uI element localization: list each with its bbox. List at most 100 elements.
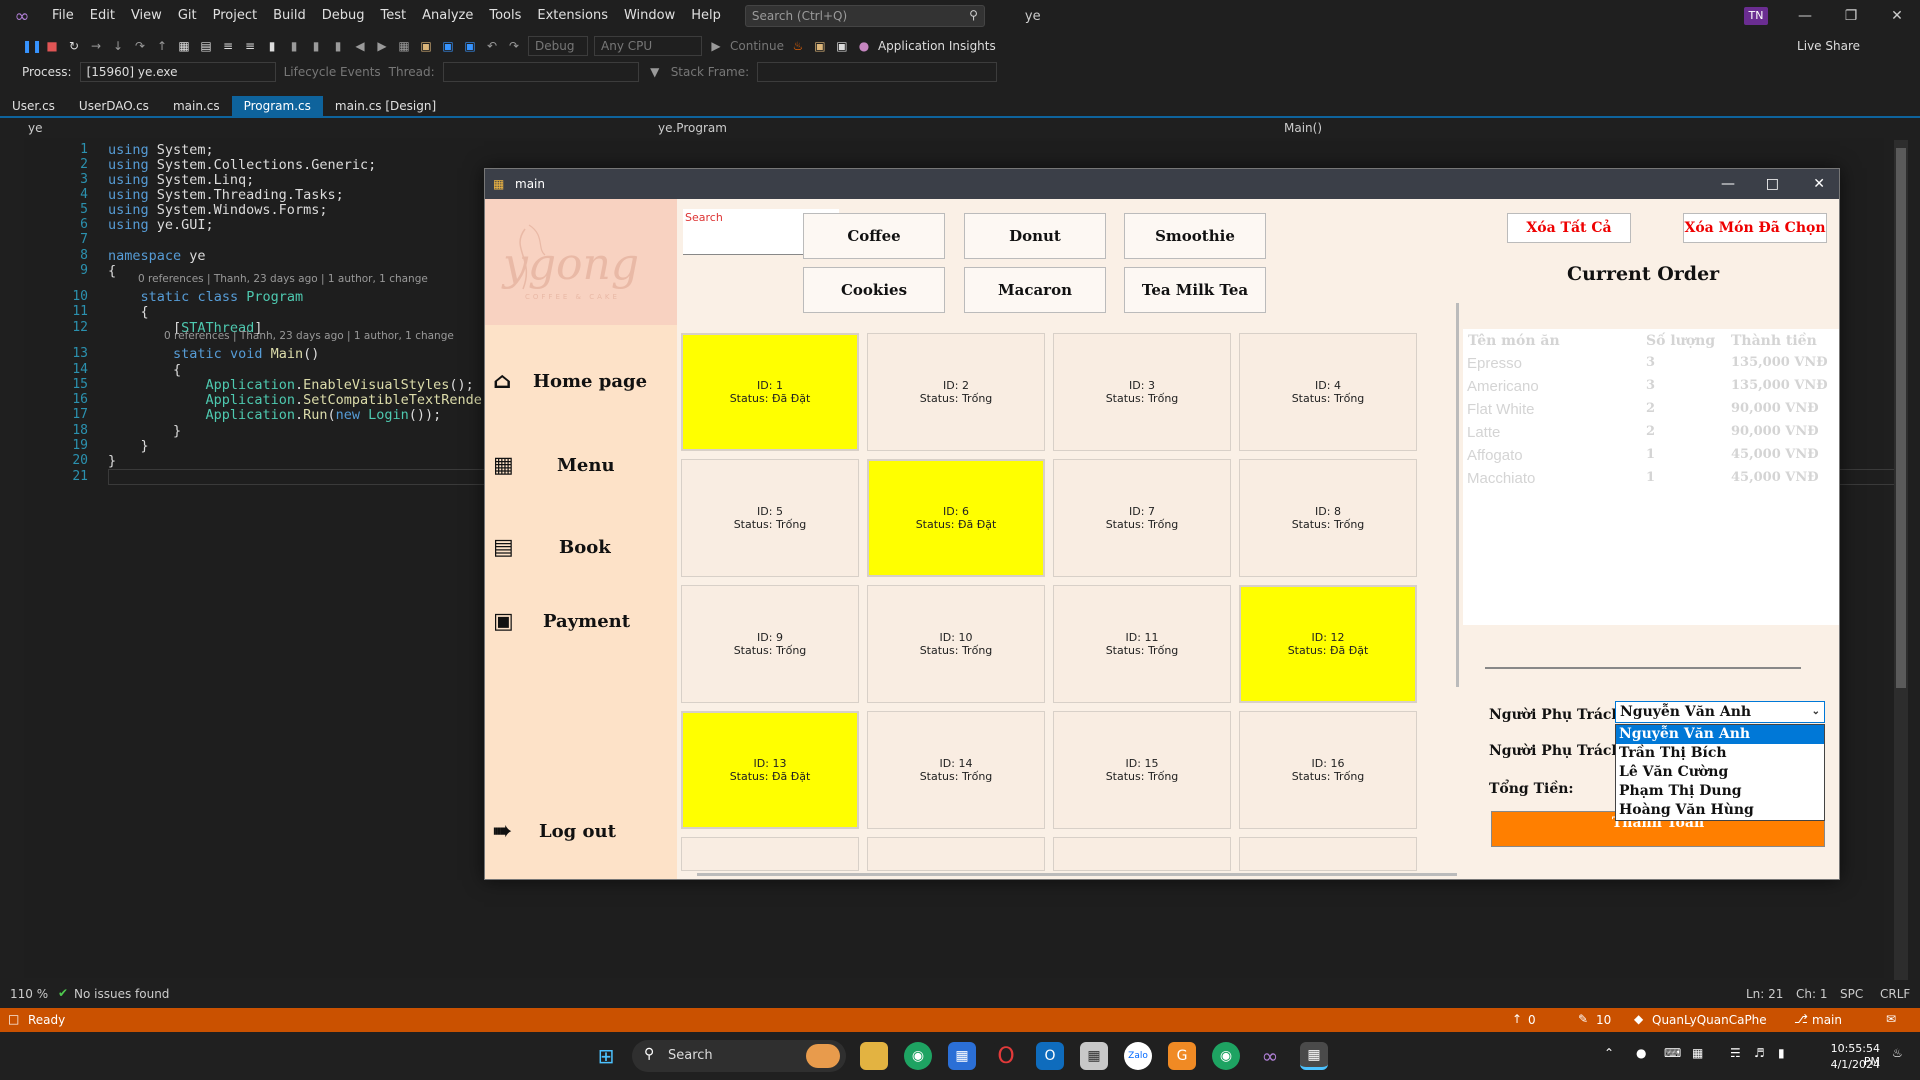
repo-name[interactable]: QuanLyQuanCaPhe [1652, 1013, 1767, 1027]
visual-studio-icon[interactable]: ∞ [1256, 1042, 1284, 1070]
order-item-qty[interactable]: 1 [1646, 470, 1655, 485]
category-button[interactable]: Cookies [803, 267, 945, 313]
grid-hscroll[interactable] [697, 873, 1457, 876]
menu-help[interactable]: Help [683, 0, 729, 32]
outlook-icon[interactable]: O [1036, 1042, 1064, 1070]
line-endings[interactable]: CRLF [1880, 987, 1910, 1001]
redo-icon[interactable]: ↷ [132, 39, 148, 53]
staff-option[interactable]: Lê Văn Cường [1616, 763, 1824, 782]
category-button[interactable]: Macaron [964, 267, 1106, 313]
calendar-icon[interactable]: ▦ [948, 1042, 976, 1070]
code-line[interactable]: using System.Windows.Forms; [108, 202, 327, 218]
play-icon[interactable]: ▶ [708, 39, 724, 53]
winforms-app-icon[interactable]: ▦ [1300, 1042, 1328, 1070]
close-icon[interactable]: ✕ [1813, 169, 1825, 199]
order-item-total[interactable]: 90,000 VNĐ [1731, 424, 1819, 439]
keyboard-icon[interactable]: ⌨ [1664, 1046, 1681, 1060]
table-card[interactable]: ID: 8 Status: Trống [1239, 459, 1417, 577]
order-item-qty[interactable]: 1 [1646, 447, 1655, 462]
store-icon[interactable]: ▦ [1080, 1042, 1108, 1070]
order-item-qty[interactable]: 2 [1646, 401, 1655, 416]
lifecycle-events-button[interactable]: Lifecycle Events [284, 65, 381, 79]
volume-icon[interactable]: ♬ [1754, 1046, 1765, 1060]
notification-bell-icon[interactable]: ♨ [1892, 1046, 1903, 1060]
taskbar-search[interactable]: ⚲ Search [632, 1040, 846, 1072]
code-line[interactable]: { [108, 362, 181, 378]
search-input[interactable]: Search (Ctrl+Q) ⚲ [744, 5, 985, 27]
code-line[interactable]: static void Main() [108, 346, 319, 362]
clear-all-button[interactable]: Xóa Tất Cả [1507, 213, 1631, 243]
code-line[interactable]: using System.Linq; [108, 172, 254, 188]
menu-tools[interactable]: Tools [481, 0, 529, 32]
table-card[interactable]: ID: 4 Status: Trống [1239, 333, 1417, 451]
table-card[interactable]: ID: 15 Status: Trống [1053, 711, 1231, 829]
order-hscroll[interactable] [1485, 667, 1801, 669]
table-card[interactable]: ID: 9 Status: Trống [681, 585, 859, 703]
stack-frame-select[interactable] [757, 62, 998, 82]
app-insights-button[interactable]: Application Insights [878, 39, 996, 53]
bookmark-clear-icon[interactable]: ▮ [330, 39, 346, 53]
menu-edit[interactable]: Edit [82, 0, 123, 32]
user-avatar[interactable]: TN [1744, 7, 1768, 25]
code-line[interactable]: using System; [108, 142, 214, 158]
hot-reload-icon[interactable]: ♨ [790, 39, 806, 53]
col-header-qty[interactable]: Số lượng [1646, 333, 1715, 349]
code-line[interactable]: namespace ye [108, 248, 206, 264]
table-card[interactable]: ID: 3 Status: Trống [1053, 333, 1231, 451]
table-card[interactable]: ID: 2 Status: Trống [867, 333, 1045, 451]
menu-file[interactable]: File [44, 0, 82, 32]
undo-icon[interactable]: ↶ [484, 39, 500, 53]
file-explorer-icon[interactable] [860, 1042, 888, 1070]
table-card[interactable] [681, 837, 859, 871]
step-into-icon[interactable]: ↓ [110, 39, 126, 53]
windows-start-icon[interactable]: ⊞ [592, 1042, 620, 1070]
battery-icon[interactable]: ▮ [1778, 1046, 1785, 1060]
code-line[interactable]: } [108, 438, 149, 454]
threads-icon[interactable]: ▤ [198, 39, 214, 53]
save-all-icon[interactable]: ▣ [462, 39, 478, 53]
menu-test[interactable]: Test [373, 0, 415, 32]
table-card[interactable]: ID: 1 Status: Đã Đặt [681, 333, 859, 451]
staff-option[interactable]: Nguyễn Văn Anh [1616, 725, 1824, 744]
nav-logout[interactable]: ➠ Log out [493, 811, 671, 851]
minimize-icon[interactable]: — [1782, 0, 1828, 32]
filter-icon[interactable]: ▼ [647, 65, 663, 79]
whitespace-mode[interactable]: SPC [1840, 987, 1863, 1001]
tab-user-cs[interactable]: User.cs [0, 96, 67, 116]
menu-debug[interactable]: Debug [314, 0, 373, 32]
browse-icon[interactable]: ▣ [812, 39, 828, 53]
table-card[interactable] [1239, 837, 1417, 871]
nav-back-icon[interactable]: ◀ [352, 39, 368, 53]
category-button[interactable]: Coffee [803, 213, 945, 259]
restart-icon[interactable]: ↻ [66, 39, 82, 53]
bookmark-icon[interactable]: ▮ [264, 39, 280, 53]
staff-option[interactable]: Hoàng Văn Hùng [1616, 801, 1824, 820]
tab-main-cs[interactable]: main.cs [161, 96, 232, 116]
thread-select[interactable] [442, 62, 639, 82]
continue-button[interactable]: Continue [730, 39, 784, 53]
open-folder-icon[interactable]: ▣ [418, 39, 434, 53]
unpushed-count[interactable]: 0 [1528, 1013, 1536, 1027]
nav-payment[interactable]: ▣ Payment [493, 601, 671, 641]
order-item-total[interactable]: 135,000 VNĐ [1731, 378, 1828, 393]
notifications-icon[interactable]: ✉ [1886, 1012, 1896, 1026]
member-dropdown[interactable]: Main() [1284, 121, 1322, 135]
language-icon[interactable]: ▦ [1692, 1046, 1703, 1060]
staff-option[interactable]: Trần Thị Bích [1616, 744, 1824, 763]
menu-build[interactable]: Build [265, 0, 314, 32]
order-item-qty[interactable]: 3 [1646, 355, 1655, 370]
table-card[interactable]: ID: 6 Status: Đã Đặt [867, 459, 1045, 577]
codelens-info[interactable]: 0 references | Thanh, 23 days ago | 1 au… [164, 330, 454, 342]
bookmark-next-icon[interactable]: ▮ [308, 39, 324, 53]
issues-indicator[interactable]: No issues found [74, 987, 169, 1001]
table-card[interactable]: ID: 5 Status: Trống [681, 459, 859, 577]
code-line[interactable]: Application.Run(new Login()); [108, 407, 442, 423]
codelens-info[interactable]: 0 references | Thanh, 23 days ago | 1 au… [138, 273, 428, 285]
order-item-name[interactable]: Americano [1467, 378, 1539, 395]
indent-icon[interactable]: ≡ [220, 39, 236, 53]
category-button[interactable]: Tea Milk Tea [1124, 267, 1266, 313]
code-line[interactable]: using System.Threading.Tasks; [108, 187, 344, 203]
microphone-icon[interactable]: ● [1636, 1046, 1646, 1060]
order-item-name[interactable]: Latte [1467, 424, 1500, 441]
order-item-qty[interactable]: 2 [1646, 424, 1655, 439]
